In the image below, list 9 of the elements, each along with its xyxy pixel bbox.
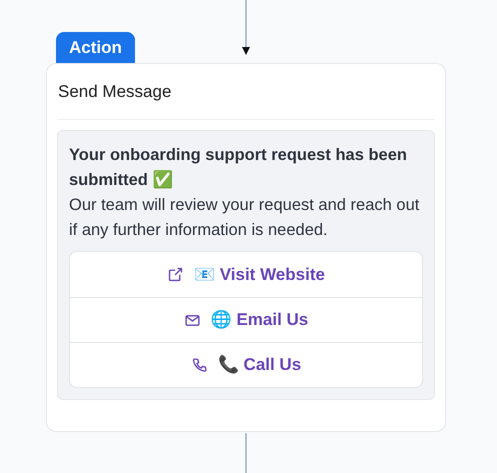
action-button[interactable]: 📞 Call Us	[70, 342, 422, 387]
node-title: Send Message	[58, 80, 172, 103]
connector-arrow	[241, 0, 251, 56]
action-button[interactable]: 📧 Visit Website	[70, 252, 422, 297]
message-text: Your onboarding support request has been submitted ✅ Our team will review your request and reach out if any further information is needed.	[69, 145, 420, 241]
connector-line	[245, 433, 247, 473]
external-link-icon	[167, 266, 184, 283]
phone-icon	[190, 356, 208, 374]
action-button[interactable]: 🌐 Email Us	[70, 297, 422, 342]
